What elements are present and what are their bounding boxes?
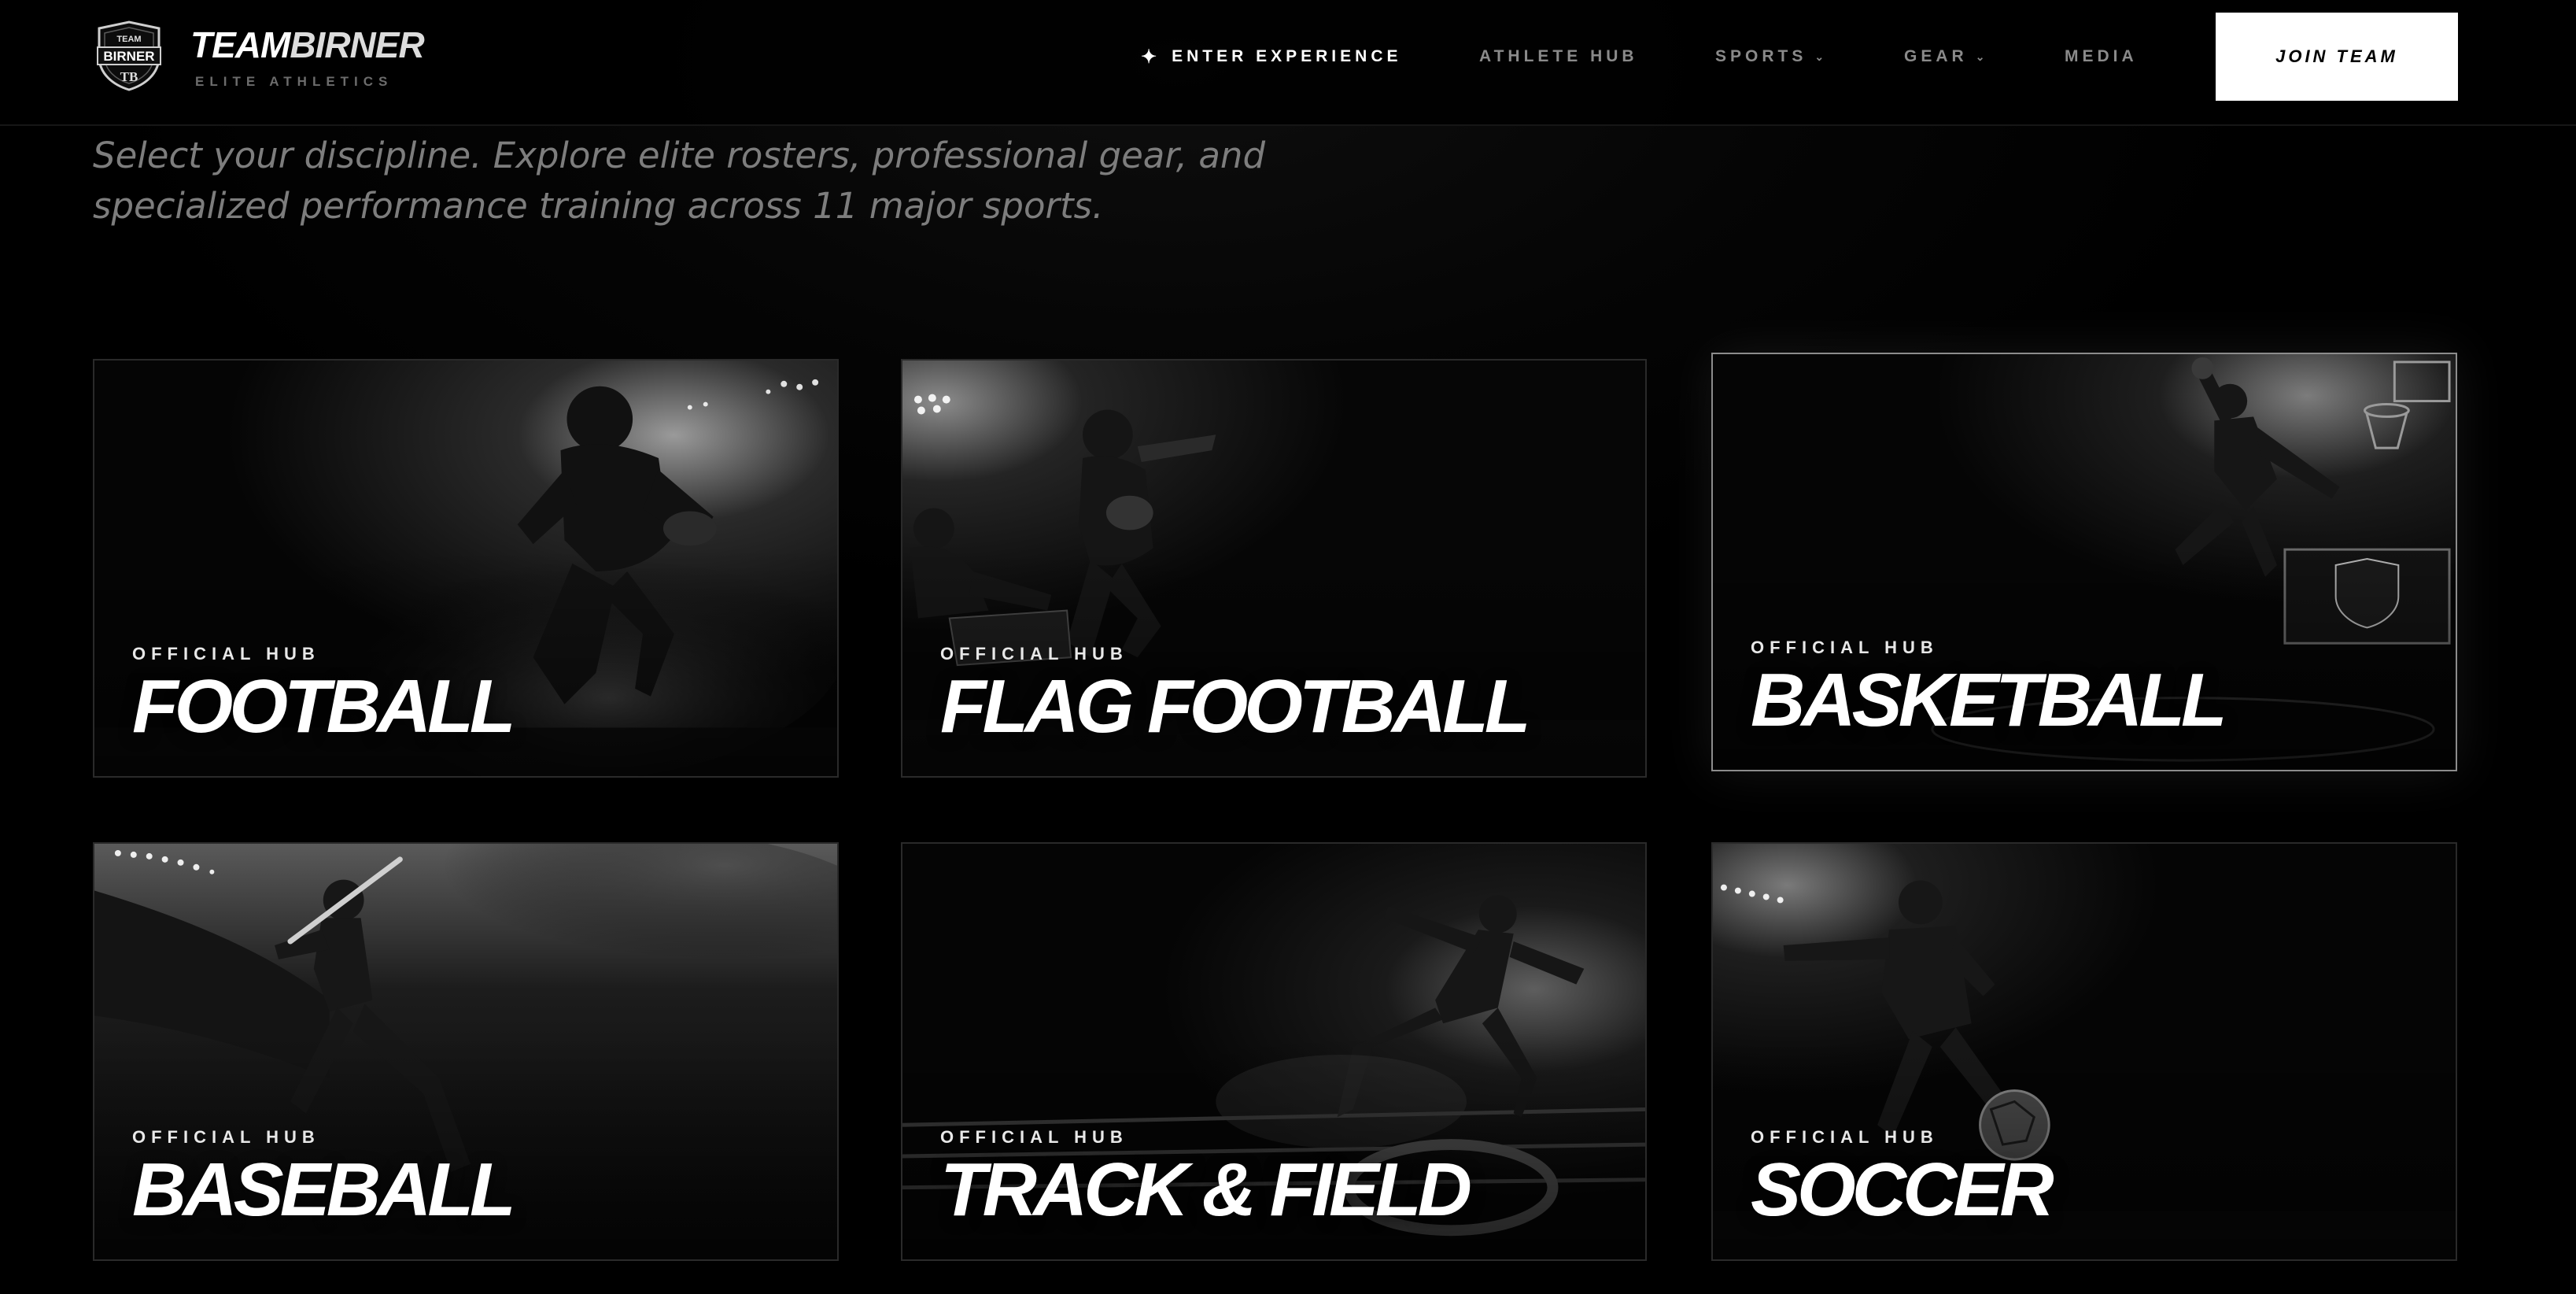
page: TEAM BIRNER TB TEAMBIRNER ELITE ATHLETIC… [0,0,2576,1294]
sparkle-icon: ✦ [1141,46,1161,68]
brand[interactable]: TEAM BIRNER TB TEAMBIRNER ELITE ATHLETIC… [93,20,425,91]
card-title: FLAG FOOTBALL [940,664,1531,749]
card-title: TRACK & FIELD [940,1148,1472,1232]
sport-card-soccer[interactable]: OFFICIAL HUB SOCCER [1711,842,2457,1261]
join-team-button[interactable]: JOIN TEAM [2216,13,2458,101]
card-kicker: OFFICIAL HUB [132,1127,320,1147]
svg-text:BIRNER: BIRNER [103,49,154,64]
nav-enter-experience[interactable]: ✦ ENTER EXPERIENCE [1141,46,1402,68]
card-kicker: OFFICIAL HUB [132,644,320,664]
brand-name: TEAMBIRNER [190,24,425,65]
chevron-down-icon: ⌄ [1814,50,1825,63]
svg-text:TEAM: TEAM [116,35,141,44]
top-nav: TEAM BIRNER TB TEAMBIRNER ELITE ATHLETIC… [0,0,2576,126]
nav-sports-dropdown[interactable]: SPORTS ⌄ [1715,47,1824,66]
sport-card-track-field[interactable]: OFFICIAL HUB TRACK & FIELD [901,842,1647,1261]
shield-logo-icon: TEAM BIRNER TB [97,20,161,91]
card-title: SOCCER [1751,1148,2054,1232]
card-title: BASKETBALL [1751,658,2227,742]
card-kicker: OFFICIAL HUB [1751,638,1939,657]
chevron-down-icon: ⌄ [1975,50,1985,63]
sport-card-basketball[interactable]: OFFICIAL HUB BASKETBALL [1711,353,2457,771]
svg-text:TB: TB [120,69,138,84]
card-title: FOOTBALL [132,664,516,749]
sport-card-baseball[interactable]: OFFICIAL HUB BASEBALL [93,842,839,1261]
card-kicker: OFFICIAL HUB [1751,1127,1939,1147]
nav-athlete-hub[interactable]: ATHLETE HUB [1479,47,1638,66]
intro-text: Select your discipline. Explore elite ro… [93,135,1266,227]
nav-gear-dropdown[interactable]: GEAR ⌄ [1904,47,1984,66]
brand-tagline: ELITE ATHLETICS [195,74,393,89]
sport-card-flag-football[interactable]: OFFICIAL HUB FLAG FOOTBALL [901,359,1647,778]
card-kicker: OFFICIAL HUB [940,1127,1128,1147]
nav-media[interactable]: MEDIA [2065,47,2138,66]
sport-card-football[interactable]: OFFICIAL HUB FOOTBALL [93,359,839,778]
card-title: BASEBALL [132,1148,516,1232]
card-kicker: OFFICIAL HUB [940,644,1128,664]
